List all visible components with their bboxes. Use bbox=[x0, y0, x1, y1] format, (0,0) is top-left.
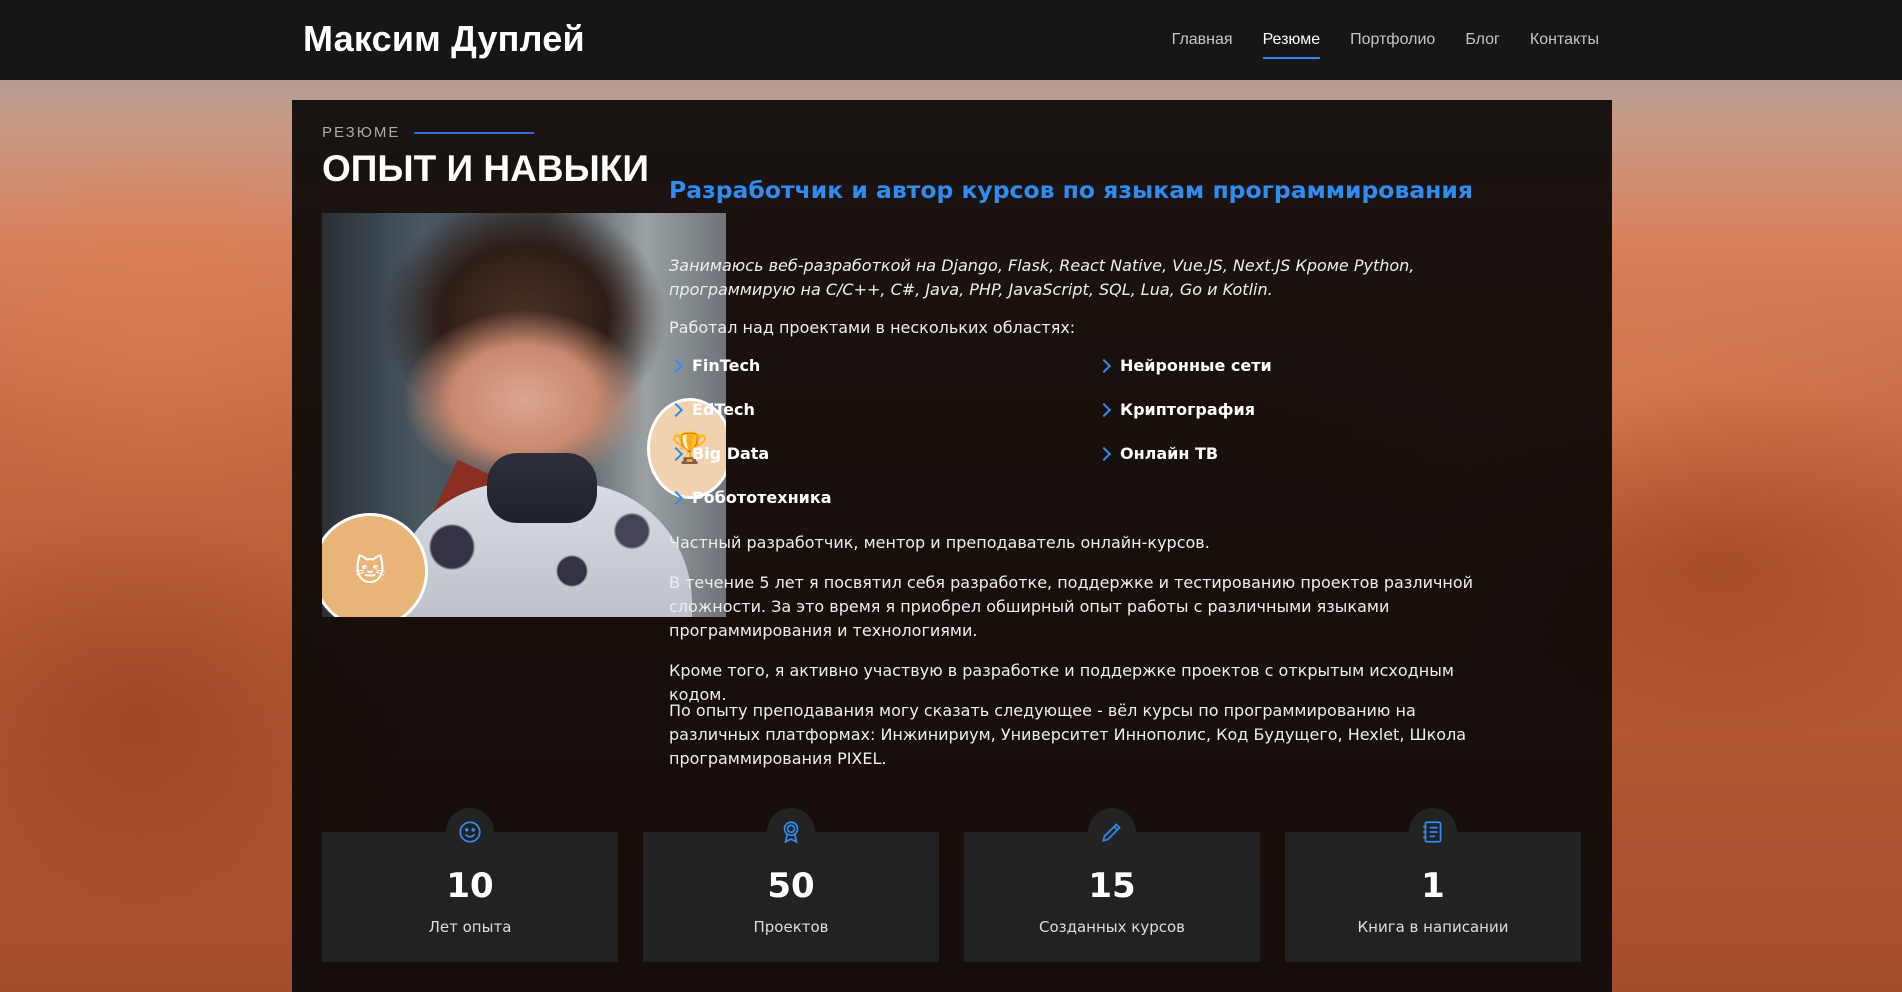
stat-card-book: 1 Книга в написании bbox=[1285, 808, 1581, 962]
area-item: Робототехника bbox=[668, 488, 832, 507]
nav-item-home[interactable]: Главная bbox=[1172, 23, 1233, 57]
stat-value: 50 bbox=[767, 866, 815, 906]
stat-card-projects: 50 Проектов bbox=[643, 808, 939, 962]
stat-value: 15 bbox=[1088, 866, 1136, 906]
site-logo[interactable]: Максим Дуплей bbox=[303, 18, 585, 60]
area-label: EdTech bbox=[692, 400, 755, 419]
profile-photo: 🐱 🏆 bbox=[322, 213, 726, 617]
area-item: Big Data bbox=[668, 444, 770, 463]
area-item: Нейронные сети bbox=[1096, 356, 1272, 375]
area-item: FinTech bbox=[668, 356, 761, 375]
stat-value: 10 bbox=[446, 866, 494, 906]
site-header: Максим Дуплей Главная Резюме Портфолио Б… bbox=[0, 0, 1902, 80]
areas-intro: Работал над проектами в нескольких облас… bbox=[669, 318, 1076, 337]
area-item: EdTech bbox=[668, 400, 755, 419]
chevron-right-icon bbox=[668, 490, 684, 505]
chevron-right-icon bbox=[668, 446, 684, 461]
area-label: Big Data bbox=[692, 444, 770, 463]
job-title: Разработчик и автор курсов по языкам про… bbox=[669, 176, 1473, 204]
chevron-right-icon bbox=[668, 402, 684, 417]
stat-card-courses: 15 Созданных курсов bbox=[964, 808, 1260, 962]
area-label: FinTech bbox=[692, 356, 761, 375]
cat-sticker-icon: 🐱 bbox=[322, 513, 428, 617]
about-paragraph: Частный разработчик, ментор и преподават… bbox=[669, 533, 1210, 552]
area-label: Онлайн ТВ bbox=[1120, 444, 1219, 463]
stat-value: 1 bbox=[1421, 866, 1445, 906]
job-subtitle: Занимаюсь веб-разработкой на Django, Fla… bbox=[669, 256, 1415, 299]
resume-card: РЕЗЮМЕ ОПЫТ И НАВЫКИ 🐱 🏆 Разработчик и а… bbox=[292, 100, 1612, 992]
stat-label: Книга в написании bbox=[1357, 918, 1509, 936]
nav-item-resume[interactable]: Резюме bbox=[1262, 23, 1320, 59]
area-label: Нейронные сети bbox=[1120, 356, 1272, 375]
award-icon bbox=[767, 808, 815, 856]
chevron-right-icon bbox=[668, 358, 684, 373]
chevron-right-icon bbox=[1096, 446, 1112, 461]
stat-label: Созданных курсов bbox=[1038, 918, 1185, 936]
main-nav: Главная Резюме Портфолио Блог Контакты bbox=[1172, 0, 1599, 80]
chevron-right-icon bbox=[1096, 358, 1112, 373]
nav-item-contacts[interactable]: Контакты bbox=[1530, 23, 1599, 57]
smile-icon bbox=[446, 808, 494, 856]
section-label-text: РЕЗЮМЕ bbox=[322, 124, 401, 141]
section-label-line bbox=[414, 131, 535, 134]
area-item: Онлайн ТВ bbox=[1096, 444, 1219, 463]
area-label: Робототехника bbox=[692, 488, 832, 507]
about-paragraph: В течение 5 лет я посвятил себя разработ… bbox=[669, 573, 1474, 640]
area-item: Криптография bbox=[1096, 400, 1256, 419]
pencil-icon bbox=[1088, 808, 1136, 856]
area-label: Криптография bbox=[1120, 400, 1256, 419]
nav-item-portfolio[interactable]: Портфолио bbox=[1350, 23, 1435, 57]
about-paragraph: По опыту преподавания могу сказать следу… bbox=[669, 701, 1467, 768]
stat-label: Проектов bbox=[753, 918, 829, 936]
section-title: ОПЫТ И НАВЫКИ bbox=[322, 148, 649, 189]
section-label: РЕЗЮМЕ bbox=[322, 124, 535, 141]
journal-icon bbox=[1409, 808, 1457, 856]
stat-label: Лет опыта bbox=[428, 918, 512, 936]
chevron-right-icon bbox=[1096, 402, 1112, 417]
photo-collar bbox=[487, 453, 597, 523]
nav-item-blog[interactable]: Блог bbox=[1465, 23, 1500, 57]
stat-card-experience: 10 Лет опыта bbox=[322, 808, 618, 962]
